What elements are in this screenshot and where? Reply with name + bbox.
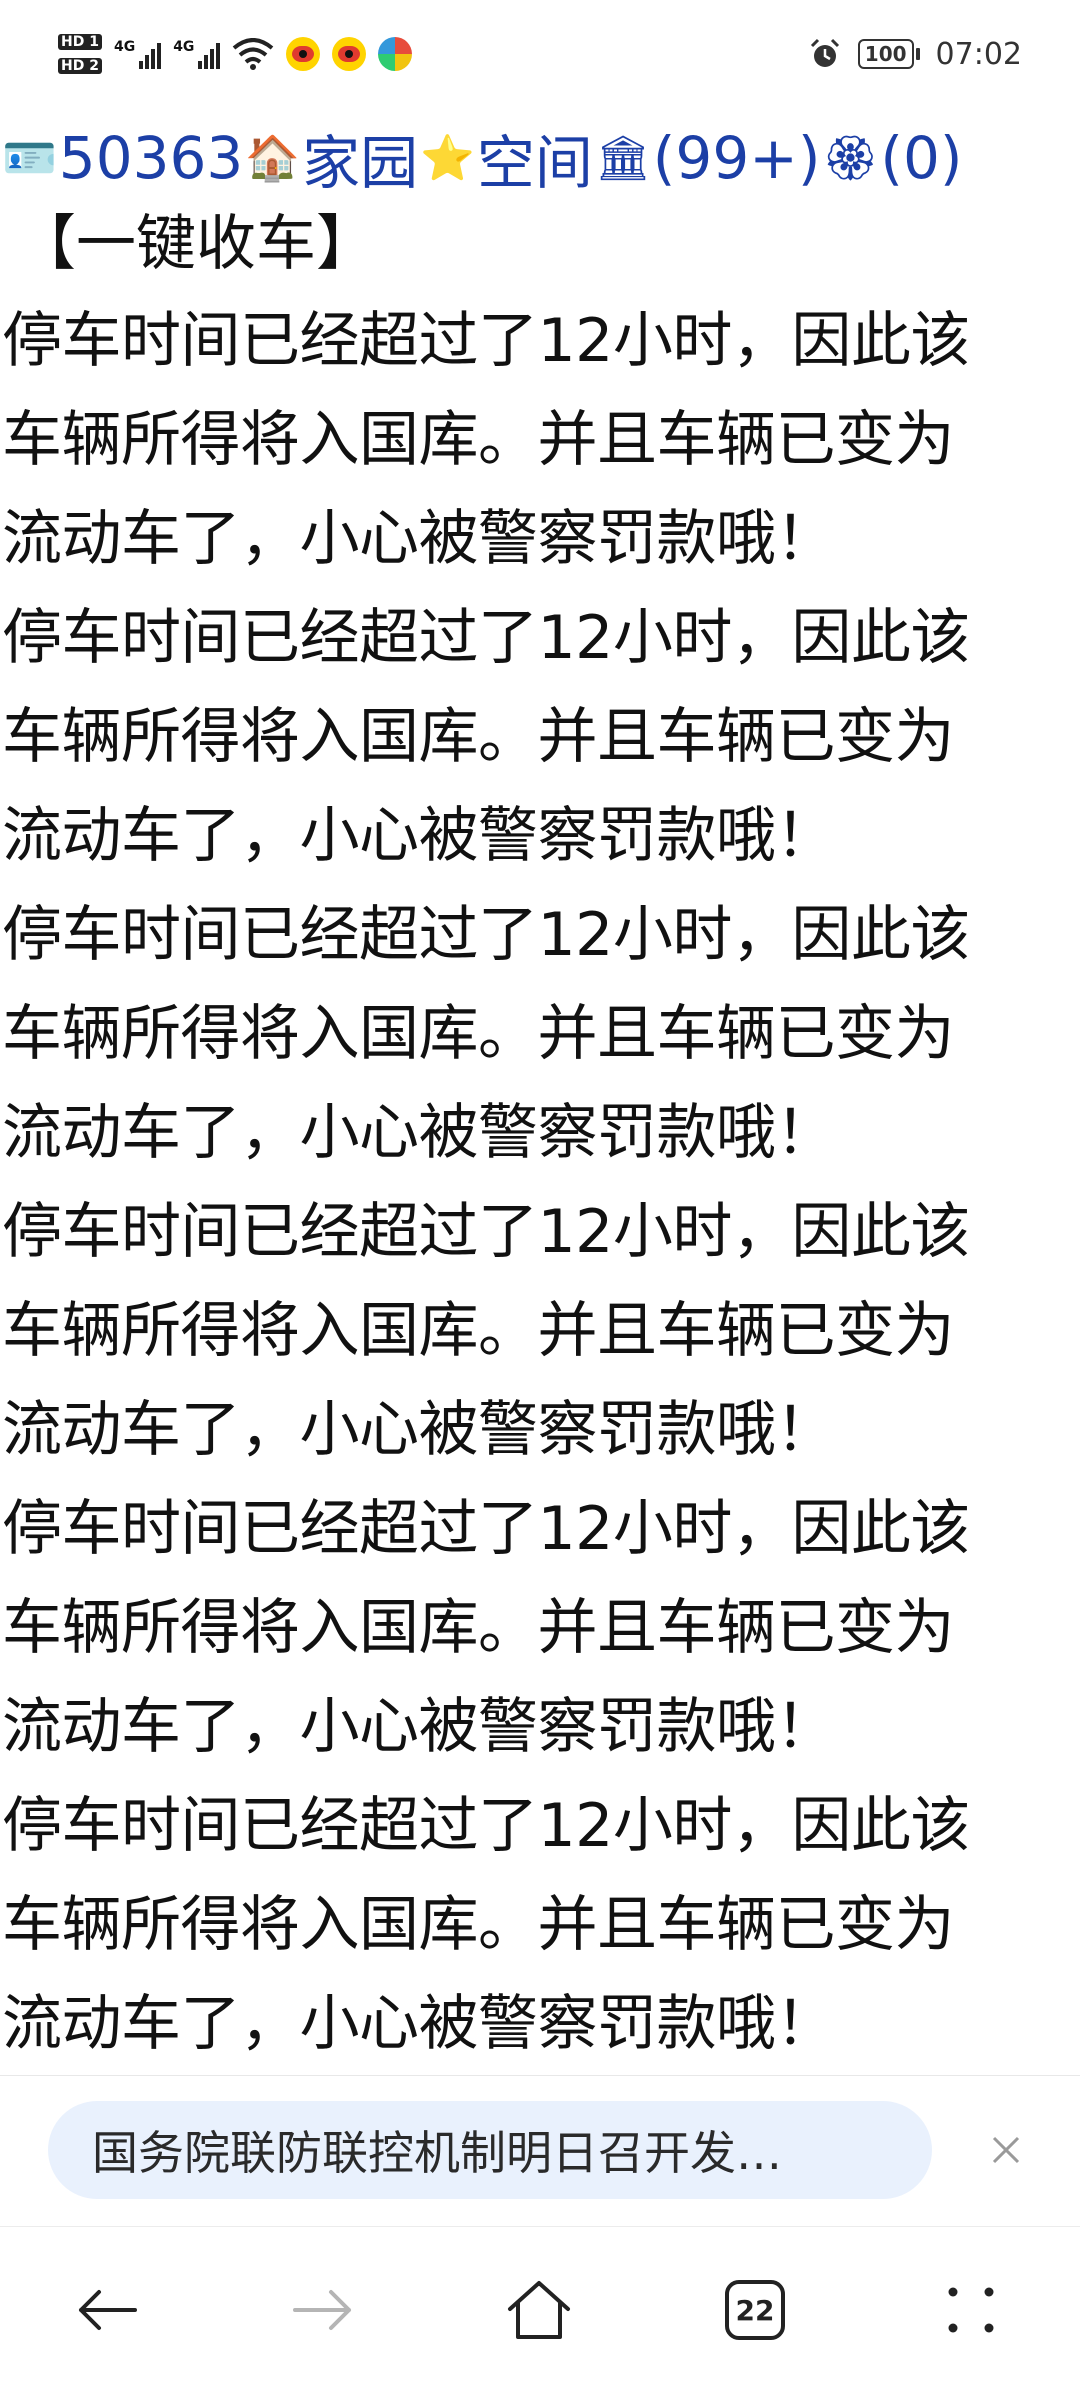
paragraph: 停车时间已经超过了12小时，因此该 车辆所得将入国库。并且车辆已变为 流动车了，…: [0, 292, 1080, 589]
battery-icon: 100: [857, 39, 920, 69]
bottom-nav: 22: [0, 2226, 1080, 2389]
house-icon: 🏠: [245, 133, 301, 184]
paragraph: 停车时间已经超过了12小时，因此该 车辆所得将入国库。并且车辆已变为 流动车了，…: [0, 1480, 1080, 1777]
paragraph-line: 停车时间已经超过了12小时，因此该: [2, 306, 970, 376]
sim2-label: HD 2: [58, 58, 102, 74]
paragraph-line: 流动车了，小心被警察罚款哦！: [2, 504, 836, 574]
home-link[interactable]: 家园: [302, 116, 418, 200]
forward-arrow-icon: [293, 2290, 351, 2330]
paragraph-line: 车辆所得将入国库。并且车辆已变为: [2, 1296, 955, 1366]
paragraph-line: 停车时间已经超过了12小时，因此该: [2, 1791, 970, 1861]
home-button[interactable]: [504, 2275, 574, 2345]
paragraph-line: 车辆所得将入国库。并且车辆已变为: [2, 999, 955, 1069]
paragraph: 停车时间已经超过了12小时，因此该 车辆所得将入国库。并且车辆已变为 流动车了，…: [0, 1777, 1080, 2074]
news-headline-button[interactable]: 国务院联防联控机制明日召开发…: [48, 2101, 932, 2199]
status-left: HD 1 HD 2 4G 4G: [58, 34, 413, 74]
home-icon: [508, 2281, 570, 2339]
paragraph-line: 停车时间已经超过了12小时，因此该: [2, 1197, 970, 1267]
page-content: 🪪 50363 🏠 家园 ⭐ 空间 🏛 (99+) 🏵 (0) 【一键收车】 停…: [0, 120, 1080, 2074]
tabs-button[interactable]: 22: [720, 2275, 790, 2345]
status-bar: HD 1 HD 2 4G 4G 100 07:02: [0, 0, 1080, 108]
other-link[interactable]: (0): [880, 124, 962, 192]
color-wheel-icon: 🏵: [822, 133, 879, 184]
messages-link[interactable]: (99+): [653, 124, 821, 192]
paragraph-line: 停车时间已经超过了12小时，因此该: [2, 1494, 970, 1564]
news-bar: 国务院联防联控机制明日召开发…: [0, 2075, 1080, 2226]
clock: 07:02: [935, 36, 1022, 72]
battery-level: 100: [857, 39, 914, 69]
paragraph-line: 车辆所得将入国库。并且车辆已变为: [2, 702, 955, 772]
weibo-icon: [332, 37, 367, 71]
status-right: 100 07:02: [808, 37, 1022, 72]
paragraph: 停车时间已经超过了12小时，因此该 车辆所得将入国库。并且车辆已变为 流动车了，…: [0, 886, 1080, 1183]
menu-icon: [948, 2287, 994, 2333]
paragraph-line: 流动车了，小心被警察罚款哦！: [2, 801, 836, 871]
paragraph-line: 流动车了，小心被警察罚款哦！: [2, 1098, 836, 1168]
network2-label: 4G: [173, 39, 195, 55]
sim-indicators: HD 1 HD 2: [58, 34, 102, 74]
forward-button[interactable]: [288, 2275, 358, 2345]
paragraph: 停车时间已经超过了12小时，因此该 车辆所得将入国库。并且车辆已变为 流动车了，…: [0, 589, 1080, 886]
paragraph-line: 停车时间已经超过了12小时，因此该: [2, 603, 970, 673]
paragraph: 停车时间已经超过了12小时，因此该 车辆所得将入国库。并且车辆已变为 流动车了，…: [0, 1183, 1080, 1480]
back-arrow-icon: [79, 2290, 137, 2330]
space-link[interactable]: 空间: [477, 116, 593, 200]
site-nav-line: 🪪 50363 🏠 家园 ⭐ 空间 🏛 (99+) 🏵 (0): [0, 120, 1080, 197]
weibo-icon: [286, 37, 321, 71]
signal-icon: 4G: [173, 39, 221, 69]
back-button[interactable]: [72, 2275, 142, 2345]
paragraph-line: 车辆所得将入国库。并且车辆已变为: [2, 405, 955, 475]
bank-icon: 🏛: [594, 133, 651, 184]
page-title: 【一键收车】: [16, 209, 376, 279]
wifi-icon: [233, 38, 274, 70]
paragraph-line: 车辆所得将入国库。并且车辆已变为: [2, 1593, 955, 1663]
network1-label: 4G: [113, 39, 136, 55]
user-card-icon: 🪪: [2, 133, 57, 184]
paragraph-line: 流动车了，小心被警察罚款哦！: [2, 1395, 836, 1465]
tab-count: 22: [735, 2293, 775, 2327]
paragraph-line: 流动车了，小心被警察罚款哦！: [2, 1692, 836, 1762]
alarm-icon: [810, 38, 839, 67]
paragraph-line: 车辆所得将入国库。并且车辆已变为: [2, 1890, 955, 1960]
close-icon[interactable]: [984, 2128, 1028, 2172]
paragraph-line: 流动车了，小心被警察罚款哦！: [2, 1989, 836, 2059]
app-notification-icon: [378, 37, 413, 71]
star-icon: ⭐: [420, 133, 475, 184]
menu-button[interactable]: [936, 2275, 1006, 2345]
signal-icon: 4G: [113, 39, 162, 69]
paragraph-line: 停车时间已经超过了12小时，因此该: [2, 900, 970, 970]
user-id-link[interactable]: 50363: [59, 124, 244, 192]
sim1-label: HD 1: [58, 34, 102, 50]
